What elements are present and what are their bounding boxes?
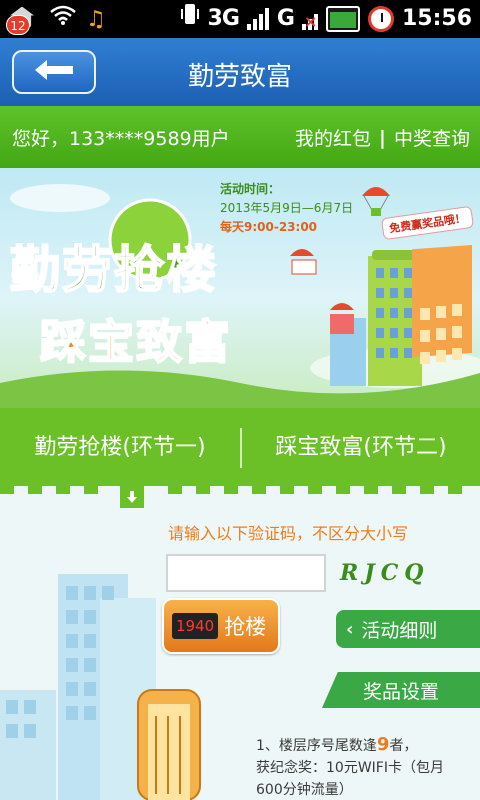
grab-button-label: 抢楼 bbox=[224, 615, 267, 639]
prize-description: 1、楼层序号尾数逢9者， 获纪念奖：10元WIFI卡（包月 600分钟流量） bbox=[256, 734, 476, 800]
page-title: 勤劳致富 bbox=[187, 62, 292, 92]
prize-line2: 获纪念奖：10元WIFI卡（包月 bbox=[256, 760, 444, 776]
notification-icon: 12 bbox=[6, 5, 40, 35]
music-icon: ♫ bbox=[86, 6, 106, 32]
alarm-icon bbox=[367, 5, 394, 32]
active-tab-indicator bbox=[120, 486, 144, 508]
network2-label: G bbox=[276, 6, 295, 31]
tab-label: 勤劳抢楼(环节一) bbox=[34, 435, 206, 460]
activity-rules-button[interactable]: ‹ 活动细则 bbox=[336, 610, 480, 648]
prize-line3: 600分钟流量） bbox=[256, 782, 353, 798]
prize-line1-suffix: 者， bbox=[389, 738, 418, 754]
floor-counter: 1940 bbox=[172, 613, 219, 639]
captcha-code: RJCQ bbox=[340, 560, 430, 586]
wifi-icon bbox=[50, 4, 76, 35]
title-bar: 勤劳致富 bbox=[0, 38, 480, 106]
prize-line1-number: 9 bbox=[376, 734, 390, 755]
captcha-input[interactable] bbox=[166, 554, 326, 592]
status-time: 15:56 bbox=[401, 6, 472, 31]
network-type-label: 3G bbox=[207, 6, 240, 31]
captcha-instruction: 请输入以下验证码，不区分大小写 bbox=[168, 524, 409, 543]
signal2-icon: × bbox=[301, 11, 318, 31]
rules-button-label: 活动细则 bbox=[361, 619, 438, 642]
prize-query-link[interactable]: 中奖查询 bbox=[394, 124, 470, 151]
tab-treasure[interactable]: 踩宝致富(环节二) bbox=[242, 408, 480, 482]
signal-strength-icon bbox=[246, 7, 269, 30]
prize-settings-button[interactable]: 奖品设置 bbox=[322, 672, 480, 708]
banner-logo-line2: 踩宝致富 bbox=[39, 314, 232, 370]
chevron-left-icon: ‹ bbox=[346, 618, 354, 640]
my-red-packet-link[interactable]: 我的红包 bbox=[295, 124, 371, 151]
grab-form-area: 请输入以下验证码，不区分大小写 RJCQ 1940 抢楼 ‹ 活动细则 奖品设置… bbox=[0, 494, 480, 800]
user-greeting: 您好，133****9589用户 bbox=[12, 128, 230, 150]
event-hours: 每天9:00-23:00 bbox=[220, 220, 318, 234]
event-info: 活动时间： 2013年5月9日—6月7日 每天9:00-23:00 bbox=[220, 180, 353, 237]
status-bar: 12 ♫ 3G G × 15:56 bbox=[0, 0, 480, 38]
tab-label: 踩宝致富(环节二) bbox=[275, 435, 447, 460]
tab-grab-building[interactable]: 勤劳抢楼(环节一) bbox=[0, 408, 240, 482]
link-separator: | bbox=[379, 126, 386, 149]
user-bar: 您好，133****9589用户 我的红包 | 中奖查询 bbox=[0, 106, 480, 168]
prize-line1-prefix: 1、楼层序号尾数逢 bbox=[256, 738, 377, 754]
arrow-down-icon bbox=[127, 491, 137, 503]
battery-icon bbox=[325, 5, 360, 32]
grab-building-button[interactable]: 1940 抢楼 bbox=[162, 598, 280, 654]
prize-settings-label: 奖品设置 bbox=[362, 680, 439, 703]
event-time-label: 活动时间： bbox=[220, 182, 281, 196]
event-dates: 2013年5月9日—6月7日 bbox=[220, 201, 354, 215]
tab-bar: 勤劳抢楼(环节一) 踩宝致富(环节二) bbox=[0, 408, 480, 482]
tab-crenellation bbox=[0, 482, 480, 494]
banner-logo-line1: 勤劳抢楼 bbox=[9, 240, 218, 300]
promo-banner: 活动时间： 2013年5月9日—6月7日 每天9:00-23:00 免费赢奖品哦… bbox=[0, 168, 480, 408]
vibrate-icon bbox=[180, 2, 200, 35]
notification-badge: 12 bbox=[6, 14, 30, 35]
